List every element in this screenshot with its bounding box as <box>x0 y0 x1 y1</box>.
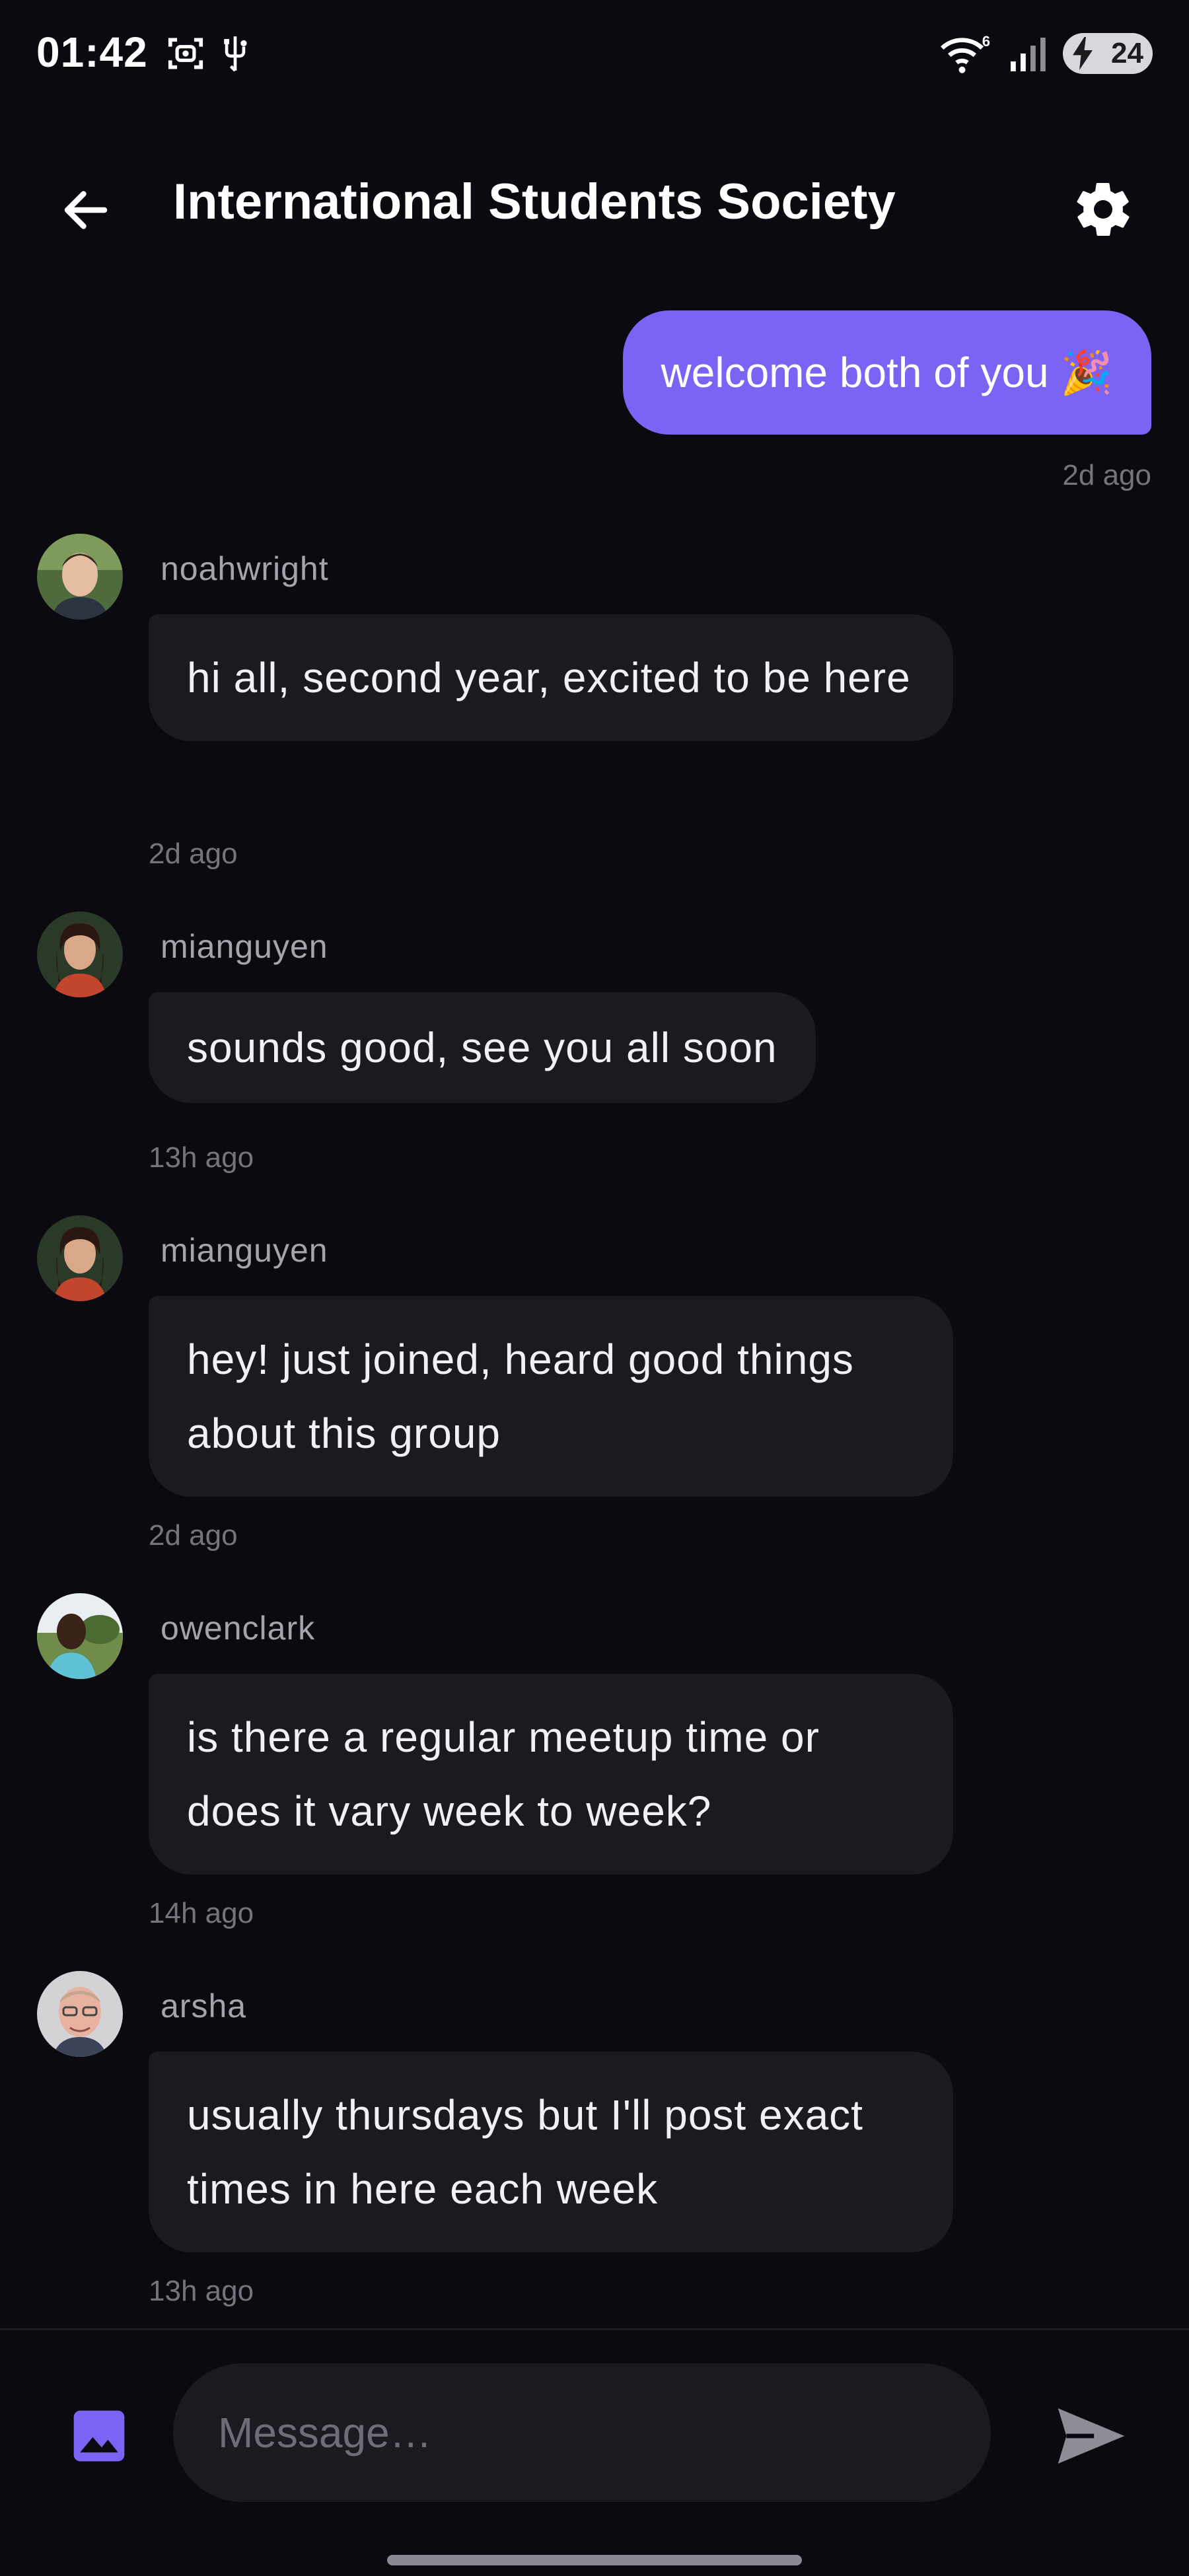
username: owenclark <box>161 1610 316 1647</box>
message-bubble[interactable]: hey! just joined, heard good things abou… <box>149 1296 953 1497</box>
username: arsha <box>161 1987 247 2024</box>
battery-level: 24 <box>1111 37 1143 69</box>
wifi-icon: 6 <box>940 33 990 73</box>
username: mianguyen <box>161 928 328 965</box>
arrow-back-icon <box>64 191 108 229</box>
avatar[interactable] <box>37 1215 123 1301</box>
avatar[interactable] <box>37 1593 123 1679</box>
message-time: 2d ago <box>149 838 238 870</box>
battery-icon: 24 <box>1063 33 1153 74</box>
message-bubble[interactable]: sounds good, see you all soon <box>149 992 816 1103</box>
avatar[interactable] <box>37 1971 123 2057</box>
back-button[interactable] <box>53 177 119 243</box>
signal-icon <box>1011 38 1046 71</box>
avatar[interactable] <box>37 912 123 997</box>
usb-icon <box>224 36 247 72</box>
message-composer <box>0 2328 1189 2576</box>
message-time: 14h ago <box>149 1897 254 1929</box>
message-bubble[interactable]: is there a regular meetup time or does i… <box>149 1674 953 1875</box>
settings-button[interactable] <box>1067 173 1139 246</box>
status-bar: 01:42 6 24 <box>0 0 1189 112</box>
app-header: International Students Society <box>0 112 1189 297</box>
gear-icon <box>1077 182 1130 236</box>
message-time: 13h ago <box>149 2275 254 2307</box>
own-message-bubble[interactable]: welcome both of you 🎉 <box>622 310 1151 435</box>
own-message-time: 2d ago <box>1062 459 1151 491</box>
message-bubble[interactable]: hi all, second year, excited to be here <box>149 614 953 741</box>
status-right-icons: 6 24 <box>937 32 1153 75</box>
username: noahwright <box>161 550 329 587</box>
send-icon <box>1058 2408 1125 2464</box>
home-indicator <box>387 2555 802 2565</box>
attach-image-button[interactable] <box>66 2403 132 2469</box>
screenshot-icon <box>168 38 203 69</box>
username: mianguyen <box>161 1232 328 1269</box>
message-time: 2d ago <box>149 1519 238 1552</box>
send-button[interactable] <box>1052 2400 1131 2472</box>
avatar[interactable] <box>37 534 123 620</box>
status-time: 01:42 <box>36 28 148 76</box>
status-left-icons <box>165 33 250 74</box>
message-bubble[interactable]: usually thursdays but I'll post exact ti… <box>149 2052 953 2252</box>
wifi-badge: 6 <box>982 33 990 50</box>
message-input[interactable] <box>173 2363 991 2502</box>
image-icon <box>73 2410 125 2462</box>
charging-bolt-icon <box>1073 37 1093 70</box>
message-list[interactable]: welcome both of you 🎉 2d ago noahwright … <box>0 297 1189 2332</box>
page-title: International Students Society <box>173 174 896 230</box>
message-time: 13h ago <box>149 1141 254 1174</box>
